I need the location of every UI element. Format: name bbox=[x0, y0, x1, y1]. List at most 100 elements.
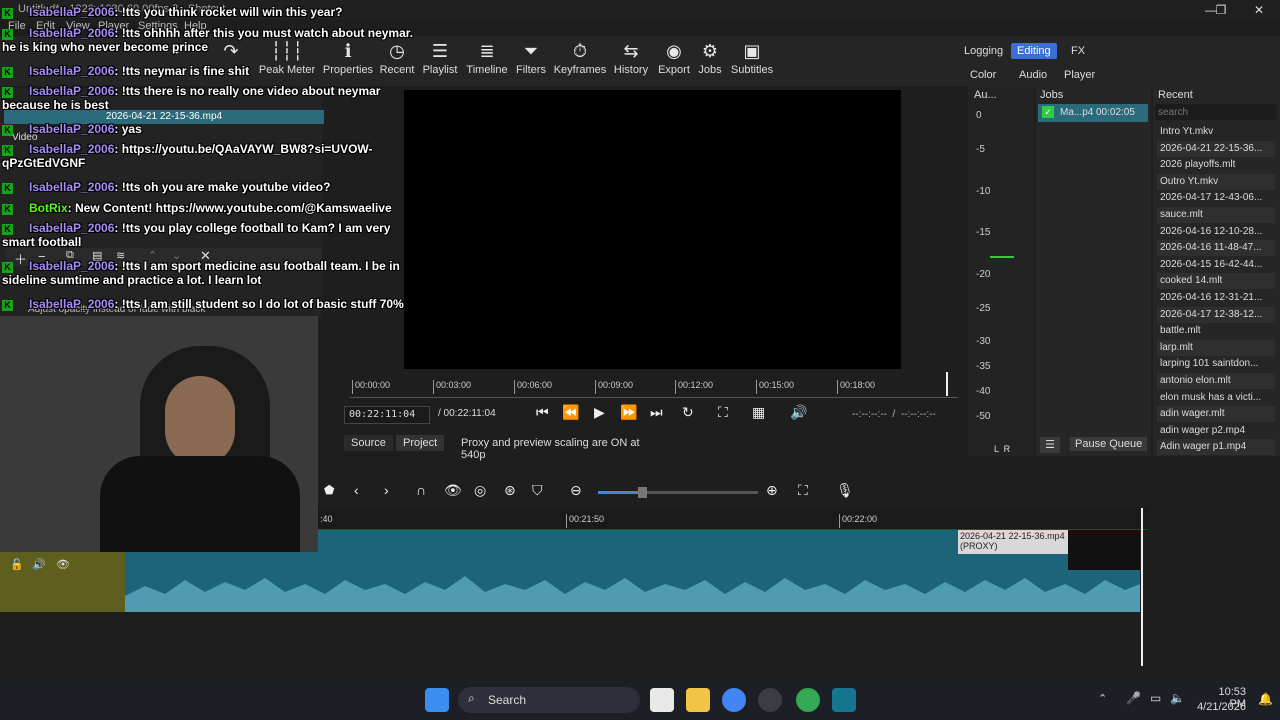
tab-source[interactable]: Source bbox=[344, 435, 393, 451]
zoom-fit-timeline-icon[interactable]: ⛶ bbox=[798, 482, 808, 499]
current-timecode[interactable]: 00:22:11:04 bbox=[344, 406, 430, 424]
grid-icon[interactable]: ▦ bbox=[752, 404, 765, 421]
video-viewer[interactable] bbox=[404, 90, 901, 369]
close-button[interactable]: ✕ bbox=[1236, 0, 1280, 20]
player-playhead[interactable] bbox=[946, 372, 948, 396]
skip-next-icon[interactable]: ⏭ bbox=[650, 404, 663, 421]
zoom-out-icon[interactable]: ⊖ bbox=[570, 482, 582, 499]
menu-player[interactable]: Player bbox=[98, 20, 129, 32]
recent-item[interactable]: 2026 playoffs.mlt bbox=[1157, 157, 1275, 173]
recent-item[interactable]: 2026-04-16 12-10-28... bbox=[1157, 224, 1275, 240]
db-label: -50 bbox=[976, 411, 991, 422]
recent-item[interactable]: battle.mlt bbox=[1157, 323, 1275, 339]
zoom-slider[interactable] bbox=[598, 487, 758, 498]
add-filter-icon[interactable]: ＋ bbox=[14, 249, 27, 268]
tray-expand-icon[interactable]: ⌃ bbox=[1098, 692, 1107, 705]
menu-file[interactable]: File bbox=[8, 20, 26, 32]
snap-icon[interactable]: ∩ bbox=[416, 482, 426, 498]
obs-icon[interactable] bbox=[758, 688, 782, 712]
scrub-icon[interactable]: 👁 bbox=[444, 482, 462, 499]
mute-icon[interactable]: 🔊 bbox=[32, 558, 46, 571]
fast-forward-icon[interactable]: ⏩ bbox=[620, 404, 637, 421]
store-icon[interactable] bbox=[650, 688, 674, 712]
menu-view[interactable]: View bbox=[66, 20, 90, 32]
workspace-logging[interactable]: Logging bbox=[958, 43, 1009, 59]
zoom-fit-icon[interactable]: ⛶ bbox=[718, 404, 728, 421]
workspace-color[interactable]: Color bbox=[964, 67, 1002, 83]
microphone-tray-icon[interactable]: 🎤 bbox=[1126, 691, 1141, 705]
move-down-icon[interactable]: ⌄ bbox=[172, 249, 181, 262]
volume-icon[interactable]: 🔊 bbox=[790, 404, 807, 421]
recent-item[interactable]: Outro Yt.mkv bbox=[1157, 173, 1275, 190]
zoom-in-icon[interactable]: ⊕ bbox=[766, 482, 778, 499]
toolbar-subtitles[interactable]: ▣ Subtitles bbox=[721, 36, 783, 84]
chrome-profile-icon[interactable] bbox=[796, 688, 820, 712]
skip-previous-icon[interactable]: ⏮ bbox=[536, 404, 549, 421]
loop-icon[interactable]: ↻ bbox=[682, 404, 694, 421]
remove-filter-icon[interactable]: − bbox=[38, 249, 46, 264]
marker-icon[interactable]: ⬟ bbox=[324, 483, 334, 497]
notifications-icon[interactable]: 🔔 bbox=[1258, 692, 1273, 706]
job-row[interactable]: ✓ Ma...p4 00:02:05 bbox=[1038, 104, 1148, 122]
visibility-icon[interactable]: 👁 bbox=[56, 558, 70, 571]
recent-item[interactable]: adin wager.mlt bbox=[1157, 406, 1275, 423]
recent-item[interactable]: 2026-04-16 11-48-47... bbox=[1157, 240, 1275, 257]
undo-button[interactable]: ↶ bbox=[165, 36, 195, 84]
jobs-menu-icon[interactable]: ☰ bbox=[1040, 437, 1060, 453]
paste-icon[interactable]: ▤ bbox=[92, 249, 102, 262]
preset-icon[interactable]: ≋ bbox=[116, 249, 125, 262]
clock-date[interactable]: 4/21/2026 bbox=[1196, 701, 1246, 713]
speaker-icon[interactable]: 🔈 bbox=[1170, 691, 1185, 705]
recent-item[interactable]: antonio elon.mlt bbox=[1157, 373, 1275, 389]
timeline-playhead[interactable] bbox=[1141, 508, 1143, 666]
microphone-icon[interactable]: 🎙 bbox=[836, 482, 854, 499]
zoom-slider-handle[interactable] bbox=[638, 487, 647, 498]
recent-item[interactable]: 2026-04-17 12-38-12... bbox=[1157, 306, 1275, 323]
shotcut-icon[interactable] bbox=[832, 688, 856, 712]
menu-settings[interactable]: Settings bbox=[138, 20, 178, 32]
recent-item[interactable]: sauce.mlt bbox=[1157, 207, 1275, 223]
copy-icon[interactable]: ⧉ bbox=[66, 249, 74, 262]
workspace-editing[interactable]: Editing bbox=[1011, 43, 1057, 59]
lock-icon[interactable]: 🔓 bbox=[10, 558, 24, 571]
workspace-fx[interactable]: FX bbox=[1065, 43, 1091, 59]
workspace-player[interactable]: Player bbox=[1058, 67, 1101, 83]
filter-tab-video[interactable]: Video bbox=[12, 132, 37, 143]
pause-queue-button[interactable]: Pause Queue bbox=[1070, 437, 1148, 451]
redo-button[interactable]: ↷ bbox=[216, 36, 246, 84]
zoom-slider-fill bbox=[598, 491, 642, 494]
taskbar-search[interactable]: ⌕ Search bbox=[458, 687, 640, 713]
next-marker-icon[interactable]: › bbox=[384, 482, 389, 498]
timeline-ruler[interactable]: :40 00:21:50 00:22:00 bbox=[318, 508, 1148, 530]
network-icon[interactable]: ▭ bbox=[1150, 691, 1161, 705]
ripple-markers-icon[interactable]: ⛉ bbox=[532, 482, 543, 499]
recent-item[interactable]: 2026-04-17 12-43-06... bbox=[1157, 190, 1275, 206]
file-explorer-icon[interactable] bbox=[686, 688, 710, 712]
workspace-audio[interactable]: Audio bbox=[1013, 67, 1053, 83]
recent-item[interactable]: elon musk has a victi... bbox=[1157, 390, 1275, 406]
chrome-icon[interactable] bbox=[722, 688, 746, 712]
recent-item[interactable]: 2026-04-15 16-42-44... bbox=[1157, 257, 1275, 273]
previous-marker-icon[interactable]: ‹ bbox=[354, 482, 359, 498]
recent-item[interactable]: 2026-04-16 12-31-21... bbox=[1157, 290, 1275, 306]
player-ruler[interactable]: 00:00:00 00:03:00 00:06:00 00:09:00 00:1… bbox=[350, 372, 958, 398]
menu-edit[interactable]: Edit bbox=[36, 20, 55, 32]
tab-project[interactable]: Project bbox=[396, 435, 445, 451]
move-up-icon[interactable]: ⌃ bbox=[148, 249, 157, 262]
recent-item[interactable]: adin wager p2.mp4 bbox=[1157, 423, 1275, 439]
ripple-all-icon[interactable]: ⊛ bbox=[504, 482, 516, 499]
recent-item[interactable]: Adin wager p1.mp4 bbox=[1157, 439, 1275, 456]
recent-search-input[interactable] bbox=[1155, 104, 1277, 120]
recent-item[interactable]: Intro Yt.mkv bbox=[1157, 124, 1275, 140]
windows-start-icon[interactable] bbox=[425, 688, 449, 712]
play-icon[interactable]: ▶ bbox=[594, 404, 605, 421]
rewind-icon[interactable]: ⏪ bbox=[562, 404, 579, 421]
recent-item[interactable]: larp.mlt bbox=[1157, 339, 1275, 356]
ripple-icon[interactable]: ◎ bbox=[474, 482, 486, 499]
recent-item[interactable]: larping 101 saintdon... bbox=[1157, 356, 1275, 372]
recent-item[interactable]: 2026-04-21 22-15-36... bbox=[1157, 140, 1275, 157]
menu-help[interactable]: Help bbox=[184, 20, 207, 32]
recent-item[interactable]: cooked 14.mlt bbox=[1157, 273, 1275, 290]
close-filter-icon[interactable]: ✕ bbox=[200, 248, 211, 264]
toolbar-peak-meter[interactable]: ┆┆┆ Peak Meter bbox=[256, 36, 318, 84]
